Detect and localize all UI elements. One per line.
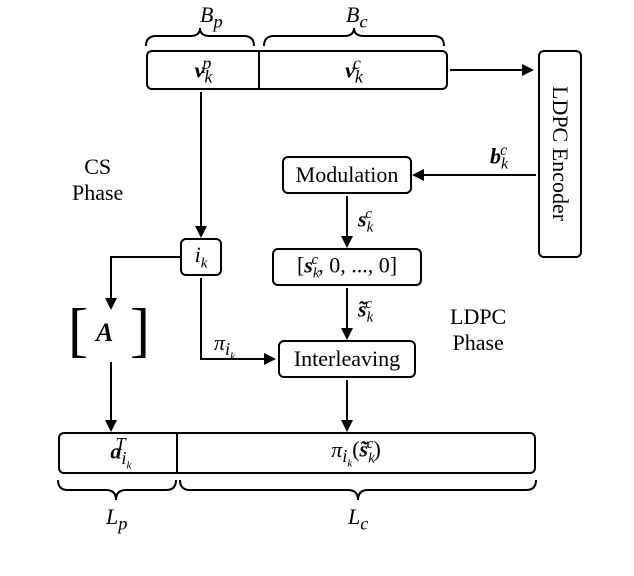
ldpc-encoder-box: LDPC Encoder [538, 50, 582, 258]
int-to-out-line [346, 380, 348, 422]
modulation-box: Modulation [282, 156, 412, 194]
arrow-zp-int-line [346, 288, 348, 330]
tilde-skc-label: s̃kc [358, 296, 372, 327]
bottom-braces [56, 478, 542, 506]
cs-phase-label: CSPhase [72, 154, 123, 206]
A-label: A [96, 318, 113, 348]
arrow-vkp-ik-head [195, 226, 207, 238]
arrow-vkc-ldpc-line [450, 69, 522, 71]
arrow-ldpc-mod-line [424, 174, 536, 176]
encoding-diagram: Bp Bc vkp vkc LDPC Encoder bkc CSPhase [0, 0, 634, 576]
pi-of-s-box: πik(s̃kc) [176, 432, 536, 474]
ik-box: ik [180, 238, 222, 276]
top-braces [144, 26, 446, 50]
arrow-mod-zp-line [346, 196, 348, 238]
arrow-ldpc-mod-head [412, 169, 424, 181]
ik-to-A-v [110, 256, 112, 300]
bkc-label: bkc [490, 142, 507, 174]
Lp-label: Lp [106, 504, 127, 534]
arrow-zp-int-head [341, 328, 353, 340]
int-to-out-head [341, 420, 353, 432]
arrow-mod-zp-head [341, 236, 353, 248]
zero-pad-box: [skc, 0, ..., 0] [272, 248, 422, 286]
arrow-vkp-ik-line [200, 92, 202, 228]
aikT-box: aikT [58, 432, 176, 474]
interleaving-box: Interleaving [278, 340, 416, 378]
ik-to-A-head [105, 298, 117, 310]
ik-to-int-head [264, 353, 276, 365]
ldpc-phase-label: LDPCPhase [450, 304, 506, 356]
A-to-aikT-line [110, 362, 112, 422]
vkp-box: vkp [146, 50, 258, 90]
Lc-label: Lc [348, 504, 368, 534]
A-bracket-open: [ [68, 305, 88, 355]
A-to-aikT-head [105, 420, 117, 432]
pi-ik-label: πik [214, 330, 235, 363]
ik-to-int-v [200, 278, 202, 359]
skc-label: skc [358, 206, 372, 237]
A-bracket-close: ] [130, 305, 150, 355]
arrow-vkc-ldpc-head [522, 64, 534, 76]
vkc-box: vkc [258, 50, 448, 90]
ik-to-A-h [110, 256, 180, 258]
